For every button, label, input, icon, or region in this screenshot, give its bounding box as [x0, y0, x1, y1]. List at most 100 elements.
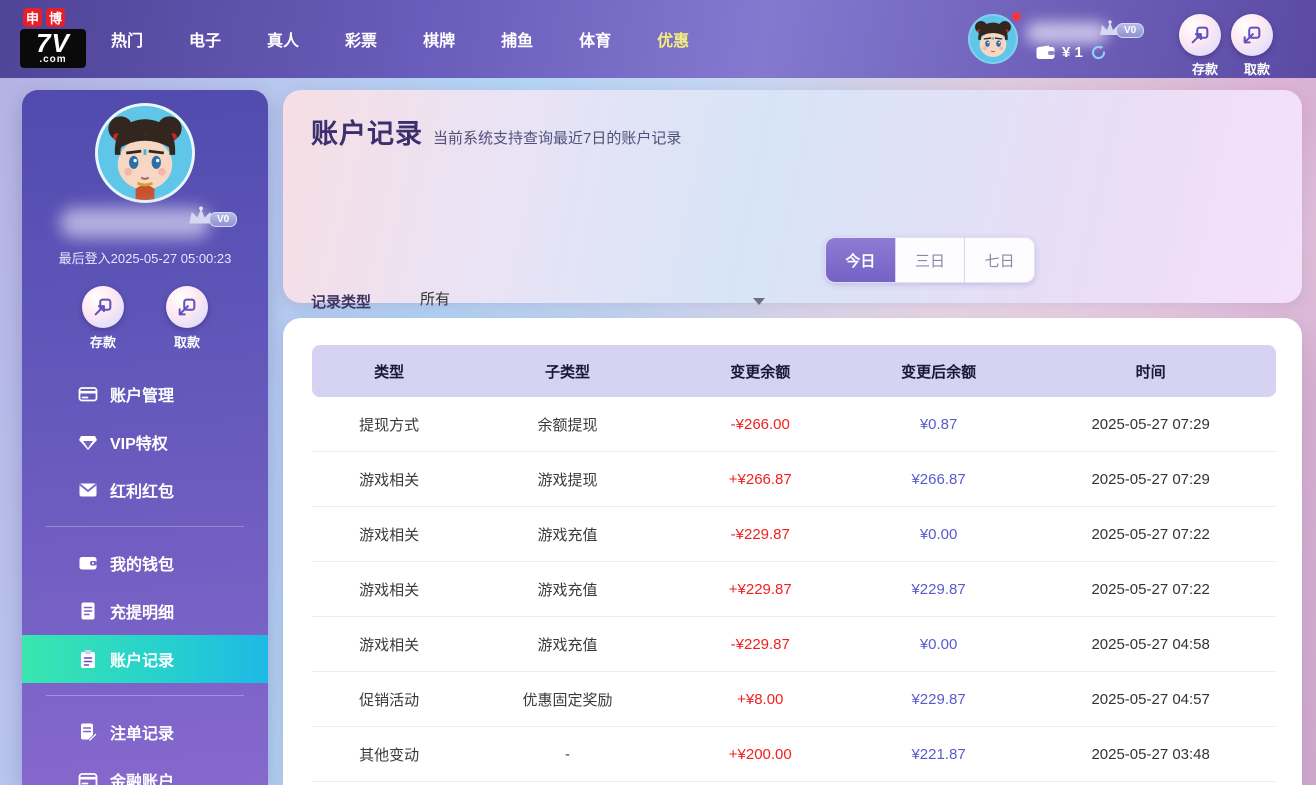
cell-change: +¥200.00 [728, 745, 792, 763]
sidebar-item-6[interactable]: 充提明细 [22, 587, 268, 635]
topnav-item-3[interactable]: 真人 [252, 27, 314, 51]
cell-type: 提现方式 [359, 416, 420, 434]
table-row: 提现方式 余额提现 -¥266.00 ¥0.87 2025-05-27 07:29 [312, 397, 1276, 452]
brand-tld: .com [39, 54, 67, 65]
topnav-item-8[interactable]: 优惠 [642, 27, 704, 51]
sidebar-item-label: 账户记录 [110, 653, 175, 670]
sidebar-vip-level[interactable]: V0 [187, 206, 238, 227]
cell-time: 2025-05-27 07:29 [1091, 470, 1210, 488]
cell-time: 2025-05-27 04:58 [1091, 635, 1210, 653]
table-header: 类型 子类型 变更余额 变更后余额 时间 [312, 345, 1276, 397]
cell-subtype: 余额提现 [537, 416, 598, 434]
vip-level[interactable]: V0 [1098, 20, 1145, 38]
cell-balance: ¥0.00 [919, 525, 958, 543]
cell-balance: ¥229.87 [911, 690, 966, 708]
column-header-2: 子类型 [544, 363, 590, 381]
sidebar-item-1[interactable]: 账户管理 [22, 370, 268, 418]
cell-type: 促销活动 [359, 691, 420, 709]
cell-change: -¥266.00 [730, 415, 790, 433]
cell-time: 2025-05-27 07:22 [1091, 580, 1210, 598]
user-avatar[interactable] [968, 14, 1018, 64]
sidebar-item-label: 红利红包 [110, 484, 175, 501]
sidebar-item-10[interactable]: 金融账户 [22, 756, 268, 785]
sidebar-item-9[interactable]: 注单记录 [22, 708, 268, 756]
sidebar-item-label: 账户管理 [110, 388, 175, 405]
sidebar-item-3[interactable]: 红利红包 [22, 466, 268, 514]
cell-time: 2025-05-27 03:48 [1091, 745, 1210, 763]
topbar-withdraw-button[interactable]: 取款 [1231, 14, 1283, 78]
sidebar-withdraw-button[interactable]: 取款 [157, 286, 217, 351]
sidebar-deposit-button[interactable]: 存款 [73, 286, 133, 351]
record-type-label: 记录类型 [311, 294, 372, 311]
topbar-deposit-button[interactable]: 存款 [1179, 14, 1231, 78]
range-button-1[interactable]: 今日 [826, 238, 895, 282]
cell-subtype: 游戏充值 [537, 526, 598, 544]
avatar-image [98, 106, 192, 200]
range-button-3[interactable]: 七日 [964, 238, 1034, 282]
wallet-icon [78, 553, 98, 573]
table-row: 促销活动 优惠固定奖励 +¥8.00 ¥229.87 2025-05-27 04:57 [312, 672, 1276, 727]
deposit-icon [82, 286, 124, 328]
sidebar-menu: 账户管理 VIP特权红利红包我的钱包充提明细账户记录注单记录金融账户 [22, 370, 268, 785]
column-header-5: 时间 [1135, 363, 1166, 381]
sidebar-item-label: 我的钱包 [110, 557, 175, 574]
wallet-balance[interactable]: ¥ 1 [1036, 44, 1107, 61]
cell-change: +¥229.87 [728, 580, 792, 598]
brand-badge-left: 申 [23, 8, 42, 27]
brand-logo[interactable]: 申 博 7V .com [20, 8, 94, 68]
cell-type: 游戏相关 [359, 526, 420, 544]
refresh-icon[interactable] [1090, 44, 1107, 61]
records-header-card: 账户记录 当前系统支持查询最近7日的账户记录 记录类型 所有 交易日期 2025… [283, 90, 1302, 376]
topnav-item-6[interactable]: 捕鱼 [486, 27, 548, 51]
topnav-item-7[interactable]: 体育 [564, 27, 626, 51]
sidebar-item-label: 注单记录 [110, 726, 175, 743]
topnav-item-2[interactable]: 电子 [174, 27, 236, 51]
records-table-card: 类型 子类型 变更余额 变更后余额 时间 提现方式 余额提现 -¥266.00 ¥0.87 20… [283, 318, 1302, 785]
sidebar-item-label: VIP特权 [110, 436, 168, 453]
last-login: 最后登入2025-05-27 05:00:23 [58, 251, 232, 266]
column-header-1: 类型 [374, 363, 405, 381]
top-navbar: 申 博 7V .com 热门 电子 真人 彩票 棋牌 捕鱼 体育 优惠 V0 ¥… [0, 0, 1316, 78]
topnav-item-1[interactable]: 热门 [96, 27, 158, 51]
quick-range-group: 今日 三日 七日 [825, 237, 1035, 283]
cell-type: 游戏相关 [359, 581, 420, 599]
sidebar-avatar[interactable] [95, 103, 195, 203]
table-row: 游戏相关 游戏充值 +¥229.87 ¥229.87 2025-05-27 07:22 [312, 562, 1276, 617]
column-header-3: 变更余额 [730, 363, 791, 381]
cell-balance: ¥0.87 [919, 415, 958, 433]
table-row: 游戏相关 游戏充值 -¥229.87 ¥0.00 2025-05-27 04:58 [312, 617, 1276, 672]
cell-subtype: 游戏提现 [537, 471, 598, 489]
page: 申 博 7V .com 热门 电子 真人 彩票 棋牌 捕鱼 体育 优惠 V0 ¥… [0, 0, 1316, 785]
wallet-icon [1036, 45, 1055, 59]
range-button-2[interactable]: 三日 [894, 238, 965, 282]
brand-name-block: 7V .com [20, 29, 86, 68]
topbar-withdraw-label: 取款 [1243, 62, 1270, 77]
sidebar-item-7[interactable]: 账户记录 [22, 635, 268, 683]
cell-balance: ¥229.87 [911, 580, 966, 598]
withdraw-icon [166, 286, 208, 328]
cell-time: 2025-05-27 07:29 [1091, 415, 1210, 433]
username-blurred [1026, 22, 1108, 44]
cell-balance: ¥221.87 [911, 745, 966, 763]
docpen-icon [78, 722, 98, 742]
cell-time: 2025-05-27 04:57 [1091, 690, 1210, 708]
cell-balance: ¥266.87 [911, 470, 966, 488]
topnav-item-4[interactable]: 彩票 [330, 27, 392, 51]
sidebar-item-2[interactable]: VIP特权 [22, 418, 268, 466]
cell-type: 游戏相关 [359, 636, 420, 654]
cell-change: -¥229.87 [730, 635, 790, 653]
avatar[interactable] [968, 14, 1018, 64]
sidebar-item-5[interactable]: 我的钱包 [22, 539, 268, 587]
cell-change: +¥8.00 [737, 690, 784, 708]
chevron-down-icon [753, 298, 765, 305]
deposit-icon [1179, 14, 1221, 56]
sidebar-item-label: 充提明细 [110, 605, 175, 622]
cell-change: -¥229.87 [730, 525, 790, 543]
topnav-item-5[interactable]: 棋牌 [408, 27, 470, 51]
table-row: 游戏相关 游戏提现 +¥266.87 ¥266.87 2025-05-27 07:29 [312, 452, 1276, 507]
page-title: 账户记录 [311, 119, 423, 149]
top-menu: 热门 电子 真人 彩票 棋牌 捕鱼 体育 优惠 [88, 0, 712, 78]
vip-badge: V0 [209, 212, 238, 227]
table-row: 其他变动 - +¥200.00 ¥221.87 2025-05-27 03:48 [312, 727, 1276, 782]
sidebar-item-label: 金融账户 [110, 774, 175, 785]
